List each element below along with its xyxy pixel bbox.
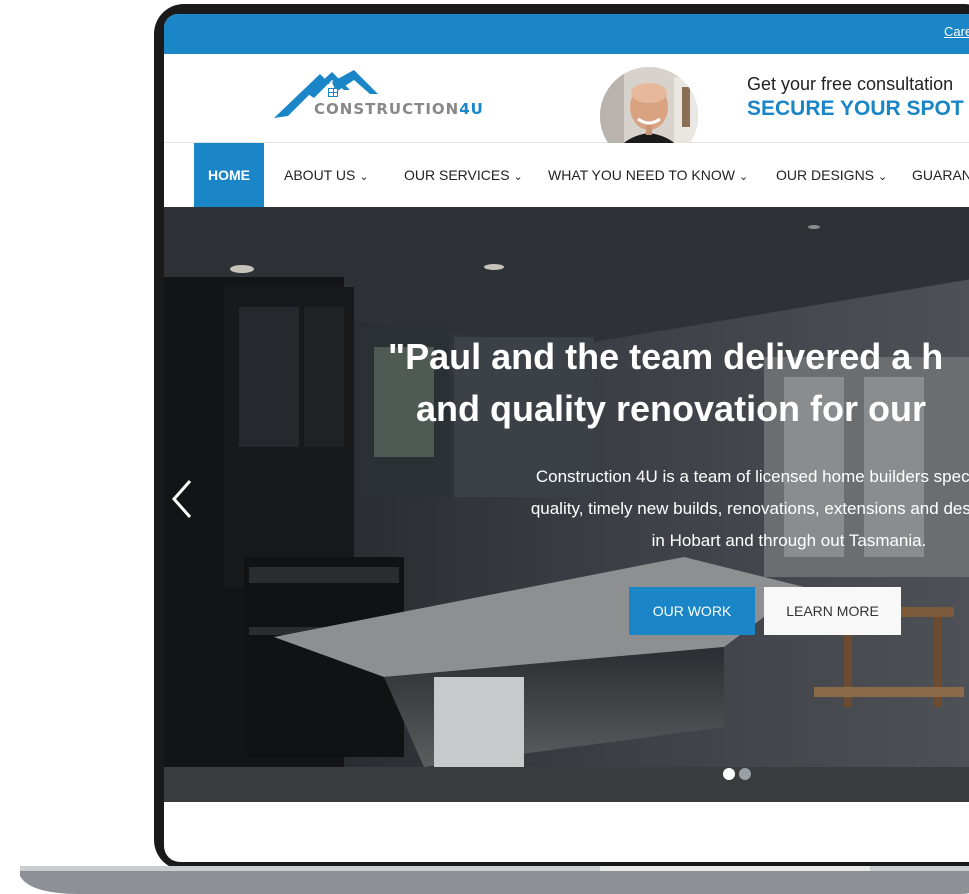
cta-line1: Get your free consultation [747, 74, 954, 94]
hero-text-line3: in Hobart and through out Tasmania. [651, 531, 927, 550]
slider-dot-1[interactable] [723, 768, 735, 780]
logo-wordmark: CONSTRUCTION4U [314, 100, 484, 118]
our-work-button[interactable]: OUR WORK [629, 587, 755, 635]
top-bar: Care [164, 14, 969, 54]
chevron-down-icon: ⌄ [738, 171, 749, 183]
chevron-down-icon: ⌄ [359, 171, 369, 183]
logo-text-main: CONSTRUCTION [314, 100, 460, 118]
nav-services-label: OUR SERVICES [404, 167, 510, 183]
hero-text-line1: Construction 4U is a team of licensed ho… [535, 467, 969, 486]
nav-item-guarantee[interactable]: GUARANT [912, 143, 969, 207]
site-logo[interactable]: CONSTRUCTION4U [274, 70, 504, 128]
logo-text-accent: 4U [459, 100, 484, 118]
slider-dot-2[interactable] [739, 768, 751, 780]
nav-guarantee-label: GUARANT [912, 167, 969, 183]
nav-item-our-services[interactable]: OUR SERVICES ⌄ [404, 143, 523, 207]
browser-screen: Care CONSTRUCTION4U Get your free consul… [164, 14, 969, 862]
cta-line2[interactable]: SECURE YOUR SPOT [747, 97, 964, 121]
chevron-down-icon: ⌄ [513, 171, 523, 183]
hero-description: Construction 4U is a team of licensed ho… [414, 461, 969, 557]
nav-know-label: WHAT YOU NEED TO KNOW [548, 167, 735, 183]
hero-title-line1: "Paul and the team delivered a h [388, 336, 944, 377]
nav-item-home[interactable]: HOME [194, 143, 264, 207]
nav-designs-label: OUR DESIGNS [776, 167, 875, 183]
roof-logo-icon [274, 70, 378, 118]
nav-home-label: HOME [208, 167, 250, 183]
slider-dots [723, 767, 755, 785]
hero-title: "Paul and the team delivered a h and qua… [388, 331, 969, 435]
hero-title-line2: and quality renovation for our [416, 388, 927, 429]
nav-item-our-designs[interactable]: OUR DESIGNS ⌄ [776, 143, 887, 207]
slider-prev-arrow-icon[interactable] [170, 479, 194, 519]
hero-text-line2: quality, timely new builds, renovations,… [530, 499, 969, 518]
chevron-down-icon: ⌄ [878, 171, 888, 183]
careers-link[interactable]: Care [944, 24, 969, 39]
site-header: CONSTRUCTION4U Get your free consultatio… [164, 54, 969, 165]
consultation-cta[interactable]: Get your free consultation SECURE YOUR S… [747, 74, 964, 121]
nav-item-what-you-need-to-know[interactable]: WHAT YOU NEED TO KNOW ⌄ [548, 143, 748, 207]
laptop-base [20, 866, 969, 894]
nav-about-label: ABOUT US [284, 167, 356, 183]
hero-slider: "Paul and the team delivered a h and qua… [164, 207, 969, 802]
main-nav: HOME ABOUT US ⌄ OUR SERVICES ⌄ WHAT YOU NE… [164, 143, 969, 207]
nav-item-about-us[interactable]: ABOUT US ⌄ [284, 143, 369, 207]
learn-more-button[interactable]: LEARN MORE [764, 587, 901, 635]
